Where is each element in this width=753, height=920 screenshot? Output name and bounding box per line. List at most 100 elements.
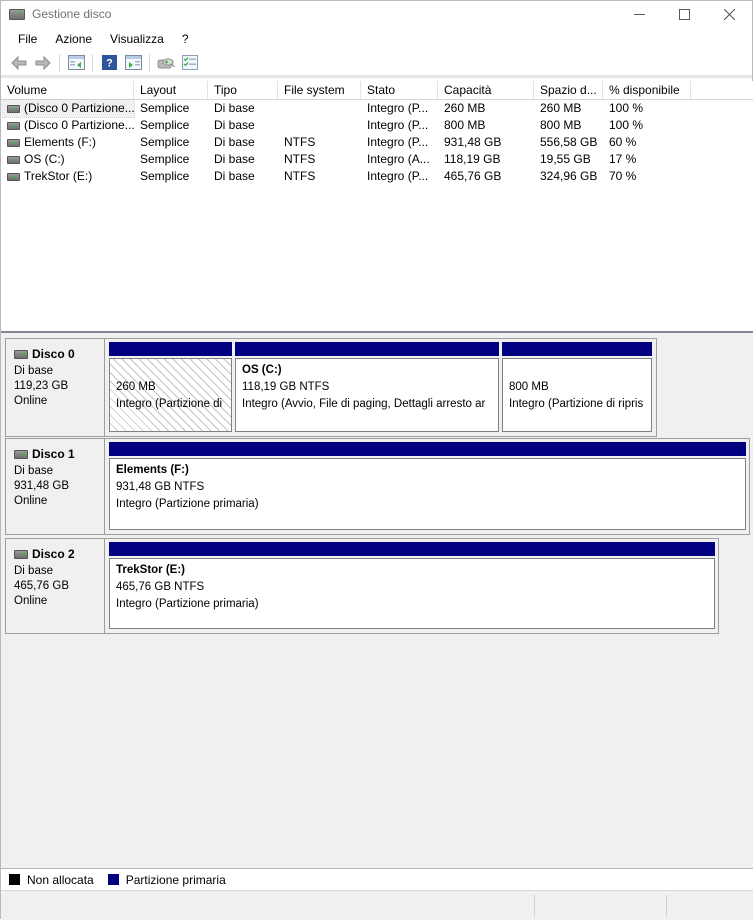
toolbar-separator [92,53,93,72]
unallocated-swatch [9,874,20,885]
layout-cell: Semplice [140,152,190,166]
menu-help[interactable]: ? [173,29,198,49]
disk-type: Di base [14,565,53,577]
checklist-icon[interactable] [178,52,202,74]
disk-icon [14,349,28,359]
capacita-cell: 931,48 GB [444,135,502,149]
legend-bar: Non allocata Partizione primaria [1,868,753,890]
partition-color-bar [109,542,715,556]
column-header-layout[interactable]: Layout [134,81,208,99]
layout-cell: Semplice [140,101,190,115]
disk-row-1: Disco 1 Di base 931,48 GB Online Element… [5,438,750,535]
tipo-cell: Di base [214,169,255,183]
tipo-cell: Di base [214,118,255,132]
column-header-capacita[interactable]: Capacità [438,81,534,99]
disk-management-window: { "window": { "title": "Gestione disco",… [0,0,753,920]
pct-cell: 60 % [609,135,637,149]
titlebar: Gestione disco [1,1,752,27]
spazio-cell: 800 MB [540,118,582,132]
fs-cell [278,117,361,134]
partition-disk0-ripristino[interactable]: 800 MB Integro (Partizione di ripris [502,342,652,432]
column-header-stato[interactable]: Stato [361,81,438,99]
status-bar [1,890,753,920]
table-row-trekstor[interactable]: TrekStor (E:) Semplice Di base NTFS Inte… [1,168,753,185]
column-header-volume[interactable]: Volume [1,81,134,99]
column-header-disponibile[interactable]: % disponibile [603,81,691,99]
disk-icon [14,449,28,459]
maximize-button[interactable] [662,1,707,27]
tipo-cell: Di base [214,152,255,166]
back-icon[interactable] [7,52,31,74]
disk2-header[interactable]: Disco 2 Di base 465,76 GB Online [6,539,105,633]
stato-cell: Integro (A... [367,152,430,166]
show-console-tree-icon[interactable] [64,52,88,74]
status-separator [666,895,667,917]
disk-size: 931,48 GB [14,480,69,492]
legend-item-primary-partition: Partizione primaria [107,873,226,887]
toolbar-separator [59,53,60,72]
stato-cell: Integro (P... [367,118,429,132]
column-header-tipo[interactable]: Tipo [208,81,278,99]
disk-status: Online [14,395,48,407]
layout-cell: Semplice [140,135,190,149]
tipo-cell: Di base [214,135,255,149]
legend-item-unallocated: Non allocata [9,873,94,887]
tipo-cell: Di base [214,101,255,115]
stato-cell: Integro (P... [367,169,429,183]
primary-partition-swatch [107,874,119,885]
disk-status: Online [14,495,48,507]
console-properties-icon[interactable] [154,52,178,74]
capacita-cell: 260 MB [444,101,486,115]
toolbar: ? [1,50,752,78]
stato-cell: Integro (P... [367,101,429,115]
layout-cell: Semplice [140,118,190,132]
legend-label: Non allocata [27,872,94,887]
volume-list-pane: Volume Layout Tipo File system Stato Cap… [0,81,753,333]
spazio-cell: 556,58 GB [540,135,598,149]
volume-cell: (Disco 0 Partizione... [0,99,135,118]
disk-type: Di base [14,365,53,377]
table-row-disk0-partition1[interactable]: (Disco 0 Partizione... Semplice Di base … [0,99,753,118]
window-title: Gestione disco [32,7,112,21]
partition-color-bar [235,342,499,356]
menu-file[interactable]: File [9,29,46,49]
disk-status: Online [14,595,48,607]
layout-cell: Semplice [140,169,190,183]
partition-disk0-os-c[interactable]: OS (C:) 118,19 GB NTFS Integro (Avvio, F… [235,342,499,432]
partition-disk0-recovery[interactable]: 260 MB Integro (Partizione di [109,342,232,432]
disk0-header[interactable]: Disco 0 Di base 119,23 GB Online [6,339,105,436]
graphical-view-pane: Disco 0 Di base 119,23 GB Online 260 MB … [1,333,753,868]
partition-color-bar [109,342,232,356]
spazio-cell: 260 MB [540,101,582,115]
partition-trekstor-e[interactable]: TrekStor (E:) 465,76 GB NTFS Integro (Pa… [109,542,715,629]
volume-cell: Elements (F:) [1,134,134,151]
partition-elements-f[interactable]: Elements (F:) 931,48 GB NTFS Integro (Pa… [109,442,746,530]
volume-icon [7,121,20,130]
show-action-pane-icon[interactable] [121,52,145,74]
disk-name: Disco 0 [32,347,75,361]
table-row-disk0-partition2[interactable]: (Disco 0 Partizione... Semplice Di base … [1,117,753,134]
disk-type: Di base [14,465,53,477]
column-header-spazio[interactable]: Spazio d... [534,81,603,99]
close-button[interactable] [707,1,752,27]
menu-azione[interactable]: Azione [46,29,101,49]
status-separator [534,895,535,917]
table-row-elements[interactable]: Elements (F:) Semplice Di base NTFS Inte… [1,134,753,151]
toolbar-separator [149,53,150,72]
column-header-filesystem[interactable]: File system [278,81,361,99]
help-icon[interactable]: ? [97,52,121,74]
stato-cell: Integro (P... [367,135,429,149]
disk-icon [14,549,28,559]
menu-visualizza[interactable]: Visualizza [101,29,173,49]
capacita-cell: 118,19 GB [444,152,501,166]
table-row-os-c[interactable]: OS (C:) Semplice Di base NTFS Integro (A… [1,151,753,168]
disk-size: 119,23 GB [14,380,69,392]
minimize-button[interactable] [617,1,662,27]
disk1-header[interactable]: Disco 1 Di base 931,48 GB Online [6,439,105,534]
spazio-cell: 324,96 GB [540,169,598,183]
fs-cell: NTFS [284,152,316,166]
volume-cell: TrekStor (E:) [1,168,134,185]
volume-cell: (Disco 0 Partizione... [1,117,134,134]
forward-icon[interactable] [31,52,55,74]
volume-icon [7,104,20,113]
